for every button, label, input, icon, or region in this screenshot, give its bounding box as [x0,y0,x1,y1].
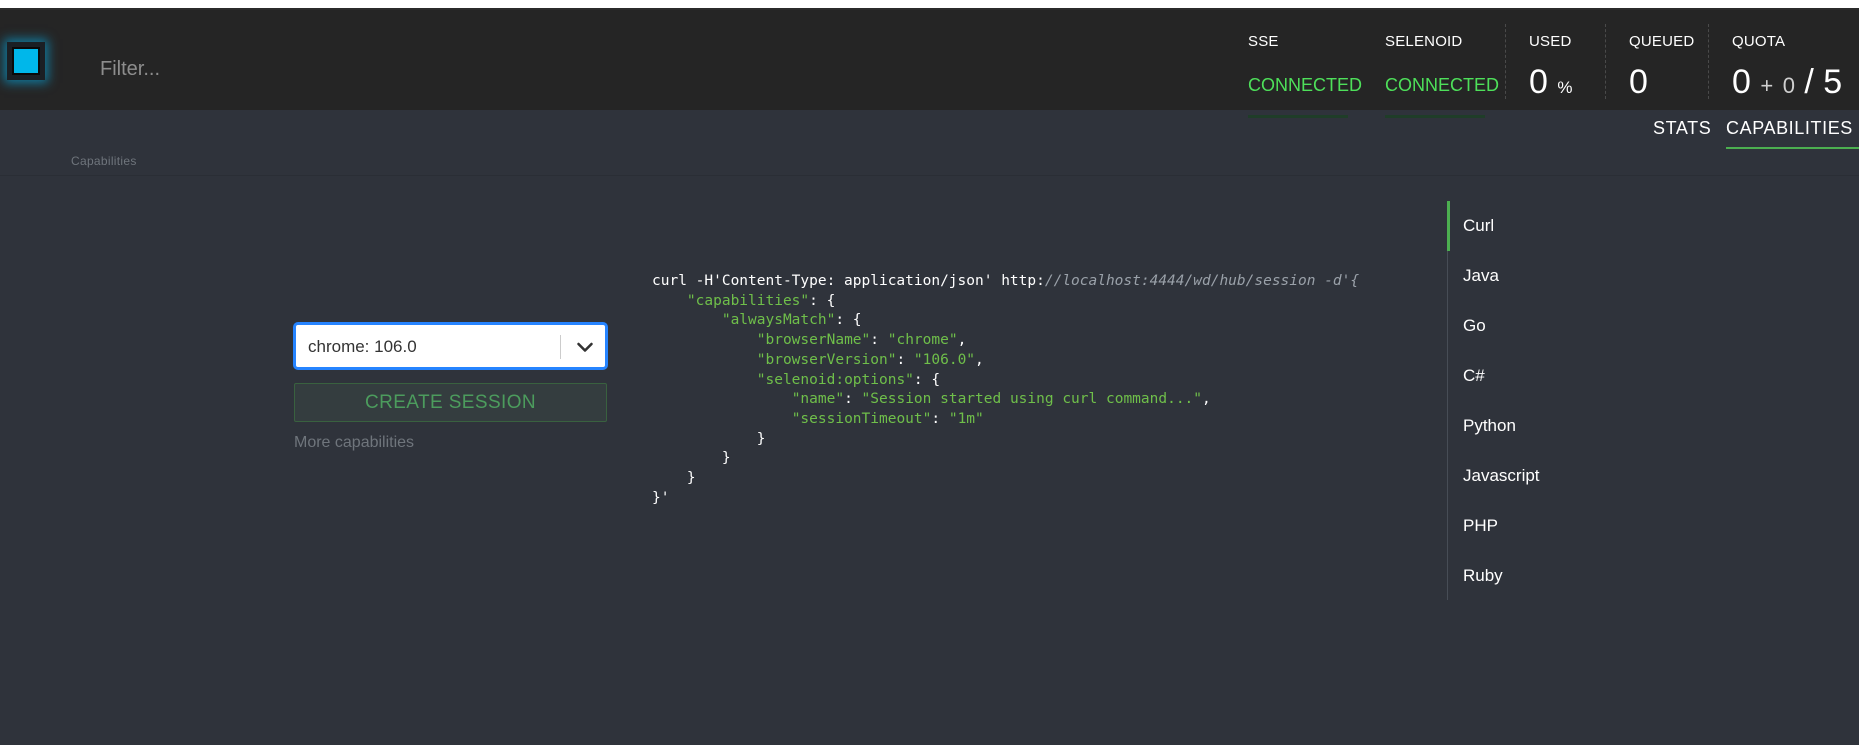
breadcrumb: Capabilities [71,154,137,168]
language-ruby[interactable]: Ruby [1463,566,1503,586]
more-capabilities-link[interactable]: More capabilities [294,434,414,452]
section-divider [0,175,1859,176]
language-java[interactable]: Java [1463,266,1499,286]
used-label: USED [1529,33,1572,50]
language-javascript[interactable]: Javascript [1463,466,1540,486]
selenoid-logo-icon[interactable] [7,42,45,80]
selenoid-status: CONNECTED [1385,75,1500,95]
tab-capabilities[interactable]: CAPABILITIES [1726,118,1853,139]
queued-label: QUEUED [1629,33,1695,50]
queued-value: 0 [1629,63,1648,101]
select-separator [560,335,561,359]
sse-status: CONNECTED [1248,75,1363,95]
stat-separator [1505,24,1506,99]
sse-underline [1248,115,1348,118]
used-value: 0 % [1529,63,1573,101]
browser-version-select[interactable]: chrome: 106.0 [294,323,607,369]
active-tab-indicator [1726,147,1859,149]
code-snippet: curl -H'Content-Type: application/json' … [652,273,1360,506]
top-header: SSE CONNECTED SELENOID CONNECTED USED 0 … [0,10,1859,118]
quota-label: QUOTA [1732,33,1786,50]
stat-separator [1708,24,1709,99]
filter-input[interactable] [100,56,800,82]
language-go[interactable]: Go [1463,316,1486,336]
language-list: Curl Java Go C# Python Javascript PHP Ru… [1447,201,1647,600]
sse-label: SSE [1248,33,1279,50]
create-session-button[interactable]: CREATE SESSION [294,383,607,422]
active-language-indicator [1447,201,1450,251]
language-curl[interactable]: Curl [1463,216,1494,236]
view-tabs: STATS CAPABILITIES [1640,110,1859,150]
quota-value: 0 + 0 / 5 [1732,63,1843,101]
language-csharp[interactable]: C# [1463,366,1485,386]
language-php[interactable]: PHP [1463,516,1498,536]
tab-stats[interactable]: STATS [1653,118,1711,139]
select-value: chrome: 106.0 [308,337,417,356]
selenoid-underline [1385,115,1485,118]
selenoid-label: SELENOID [1385,33,1463,50]
stat-separator [1605,24,1606,99]
language-python[interactable]: Python [1463,416,1516,436]
chevron-down-icon[interactable] [571,333,599,361]
